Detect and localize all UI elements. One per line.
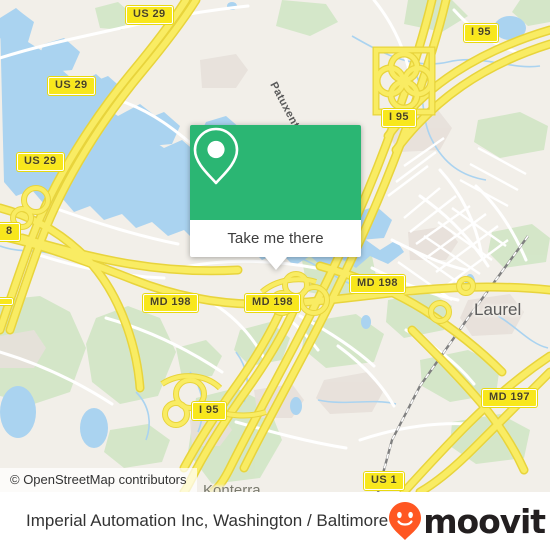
road-shield: 8 [0, 223, 20, 241]
road-shield: MD 198 [143, 294, 198, 312]
road-shield: US 29 [48, 77, 95, 95]
road-shield: I 95 [464, 24, 498, 42]
page-footer: Imperial Automation Inc, Washington / Ba… [0, 492, 550, 550]
road-shield: I 95 [192, 402, 226, 420]
road-shield: US 29 [17, 153, 64, 171]
road-shield: MD 198 [350, 275, 405, 293]
map-pin-icon [193, 127, 239, 185]
popup-pointer-tail [264, 257, 287, 270]
road-shield: US 1 [364, 472, 405, 490]
popup-footer[interactable]: Take me there [190, 220, 361, 270]
location-popup[interactable]: Take me there [190, 125, 361, 270]
map-canvas[interactable]: US 29 US 29 US 29 I 95 I 95 8 MD 198 MD 198 MD 1… [0, 0, 550, 492]
map-screenshot: US 29 US 29 US 29 I 95 I 95 8 MD 198 MD 198 MD 1… [0, 0, 550, 550]
moovit-logo[interactable]: moovit [388, 501, 546, 541]
road-shield: MD 197 [482, 389, 537, 407]
road-shield: I 95 [382, 109, 416, 127]
moovit-wordmark: moovit [423, 501, 546, 541]
road-shield [0, 298, 13, 305]
take-me-there-label: Take me there [227, 230, 324, 247]
location-title: Imperial Automation Inc, Washington / Ba… [26, 511, 389, 530]
moovit-smiley-pin-icon [389, 502, 422, 540]
place-label: Konterra [203, 482, 261, 492]
road-shield: MD 198 [245, 294, 300, 312]
road-shield: US 29 [126, 6, 173, 24]
popup-header [190, 125, 361, 220]
osm-attribution[interactable]: © OpenStreetMap contributors [0, 468, 197, 492]
place-label: Laurel [474, 300, 522, 319]
